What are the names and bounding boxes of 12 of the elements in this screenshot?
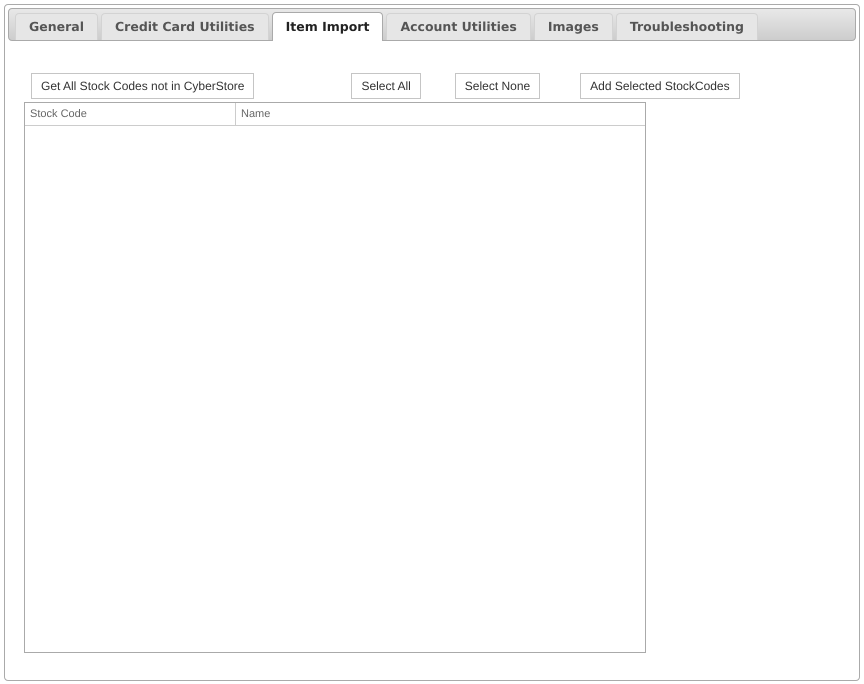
tab[interactable]: Images (534, 13, 613, 40)
tab[interactable]: Account Utilities (386, 13, 531, 40)
tab[interactable]: Credit Card Utilities (101, 13, 269, 40)
tab[interactable]: Item Import (272, 12, 384, 41)
tab[interactable]: General (15, 13, 98, 40)
action-button[interactable]: Select All (351, 73, 421, 99)
action-button[interactable]: Add Selected StockCodes (580, 73, 740, 99)
column-header[interactable]: Name (236, 103, 645, 125)
tab[interactable]: Troubleshooting (616, 13, 758, 40)
column-header[interactable]: Stock Code (25, 103, 236, 125)
action-button[interactable]: Select None (454, 73, 540, 99)
action-button[interactable]: Get All Stock Codes not in CyberStore (31, 73, 254, 99)
